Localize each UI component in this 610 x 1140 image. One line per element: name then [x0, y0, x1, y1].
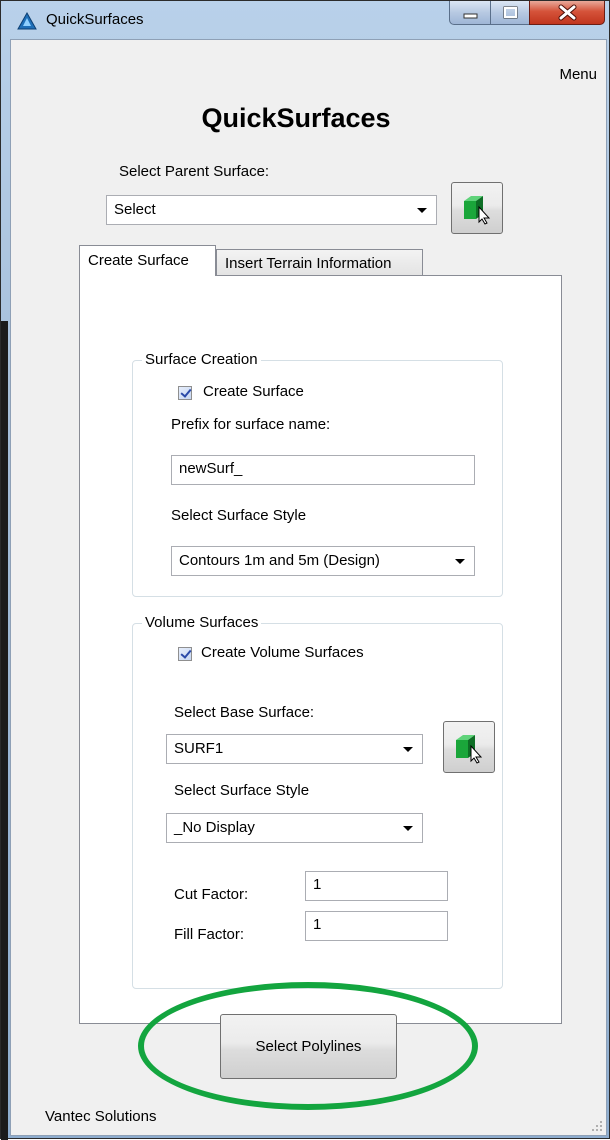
tab-insert-terrain-label: Insert Terrain Information [225, 255, 392, 272]
select-polylines-button[interactable]: Select Polylines [220, 1014, 397, 1079]
prefix-label: Prefix for surface name: [171, 416, 331, 433]
tab-create-surface[interactable]: Create Surface [79, 245, 216, 276]
tab-panel-create-surface: Surface Creation Create Surface Prefix f… [79, 275, 562, 1024]
fill-factor-label: Fill Factor: [174, 926, 245, 943]
surface-style-label: Select Surface Style [171, 507, 307, 524]
surface-creation-group: Surface Creation Create Surface Prefix f… [132, 351, 503, 597]
chevron-down-icon [403, 747, 413, 752]
app-icon [17, 12, 37, 30]
maximize-button[interactable] [490, 1, 530, 25]
base-surface-dropdown[interactable]: SURF1 [166, 734, 423, 764]
create-volume-surfaces-checkbox-label[interactable]: Create Volume Surfaces [201, 644, 364, 661]
window-title: QuickSurfaces [46, 11, 144, 28]
page-title: QuickSurfaces [201, 103, 391, 133]
select-polylines-label: Select Polylines [255, 1038, 362, 1055]
surface-style-value: Contours 1m and 5m (Design) [179, 552, 380, 569]
surface-creation-group-title: Surface Creation [142, 351, 261, 368]
fill-factor-input[interactable]: 1 [305, 911, 448, 941]
volume-style-label: Select Surface Style [174, 782, 310, 799]
menu-button[interactable]: Menu [559, 66, 597, 83]
fill-factor-value: 1 [313, 916, 322, 933]
window-controls [449, 1, 605, 25]
parent-surface-value: Select [114, 201, 156, 218]
pick-parent-surface-button[interactable] [451, 182, 503, 234]
resize-grip-icon[interactable] [592, 1121, 602, 1131]
volume-style-dropdown[interactable]: _No Display [166, 813, 423, 843]
volume-surfaces-group: Volume Surfaces Create Volume Surfaces S… [132, 614, 503, 989]
prefix-input[interactable]: newSurf_ [171, 455, 475, 485]
chevron-down-icon [417, 208, 427, 213]
tab-insert-terrain-information[interactable]: Insert Terrain Information [216, 249, 423, 276]
create-surface-checkbox[interactable] [178, 386, 192, 400]
base-surface-value: SURF1 [174, 740, 224, 757]
minimize-button[interactable] [449, 1, 491, 25]
close-icon [558, 4, 577, 21]
cut-factor-label: Cut Factor: [174, 886, 249, 903]
parent-surface-dropdown[interactable]: Select [106, 195, 437, 225]
client-area: Menu QuickSurfaces Select Parent Surface… [10, 39, 607, 1136]
chevron-down-icon [403, 826, 413, 831]
minimize-icon [463, 13, 478, 19]
chevron-down-icon [455, 559, 465, 564]
cut-factor-value: 1 [313, 876, 322, 893]
app-window: QuickSurfaces Menu QuickSurfaces Select … [0, 0, 610, 1140]
close-button[interactable] [529, 1, 605, 25]
prefix-input-value: newSurf_ [179, 460, 243, 477]
footer-text: Vantec Solutions [45, 1108, 157, 1125]
volume-style-value: _No Display [174, 819, 255, 836]
background-window-edge [1, 321, 8, 1140]
parent-surface-label: Select Parent Surface: [119, 163, 270, 180]
create-volume-surfaces-checkbox[interactable] [178, 647, 192, 661]
green-cube-cursor-icon [456, 735, 483, 764]
base-surface-label: Select Base Surface: [174, 704, 315, 721]
green-cube-cursor-icon [464, 196, 491, 225]
tab-create-surface-label: Create Surface [88, 252, 189, 269]
title-bar[interactable]: QuickSurfaces [1, 1, 609, 39]
volume-surfaces-group-title: Volume Surfaces [142, 614, 262, 631]
surface-style-dropdown[interactable]: Contours 1m and 5m (Design) [171, 546, 475, 576]
create-surface-checkbox-label[interactable]: Create Surface [203, 383, 304, 400]
pick-base-surface-button[interactable] [443, 721, 495, 773]
cut-factor-input[interactable]: 1 [305, 871, 448, 901]
maximize-icon [503, 6, 518, 19]
